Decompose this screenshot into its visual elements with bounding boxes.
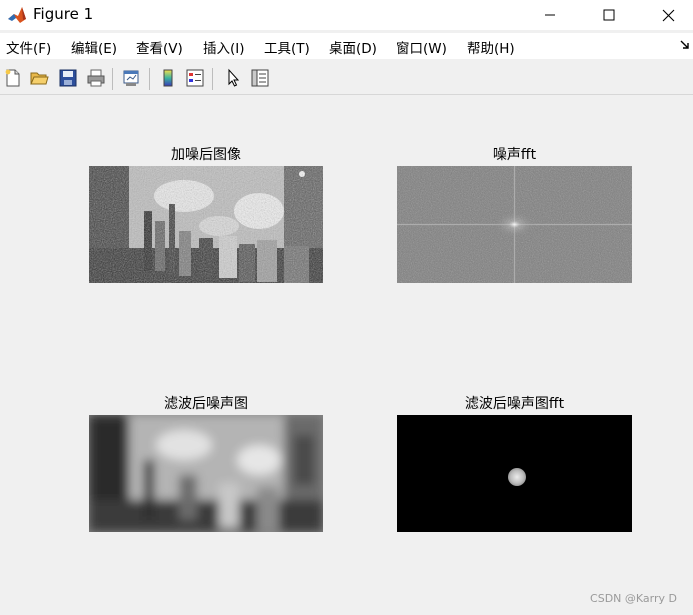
subplot-title-noisy-image: 加噪后图像: [171, 147, 241, 163]
toolbar-separator: [149, 68, 150, 90]
toolbar-separator: [212, 68, 213, 90]
menu-view[interactable]: 查看(V): [136, 37, 183, 57]
minimize-icon: [545, 14, 555, 16]
minimize-button[interactable]: [527, 0, 573, 30]
open-file-icon: [30, 72, 49, 85]
print-button[interactable]: [85, 67, 107, 89]
new-figure-button[interactable]: [2, 67, 24, 89]
noisy-fft-spectrum-graphic: [397, 166, 632, 283]
window-title: Figure 1: [33, 5, 94, 23]
close-icon: [662, 9, 674, 21]
new-figure-icon: [5, 69, 20, 87]
watermark: CSDN @Karry D: [590, 592, 677, 605]
link-plot-button[interactable]: [120, 67, 142, 89]
pointer-icon: [228, 68, 240, 87]
menu-tools[interactable]: 工具(T): [264, 37, 310, 57]
matlab-logo-icon: [6, 4, 28, 26]
menu-file[interactable]: 文件(F): [6, 37, 51, 57]
filtered-fft-spectrum-graphic: [397, 415, 632, 532]
dock-arrow-icon[interactable]: [679, 38, 691, 50]
property-inspector-icon: [251, 69, 269, 87]
legend-icon: [186, 69, 204, 87]
save-button[interactable]: [57, 67, 79, 89]
link-plot-icon: [123, 70, 139, 86]
figure-toolbar: [0, 62, 693, 95]
subplot-title-noise-fft: 噪声fft: [492, 147, 537, 163]
subplot-title-filtered-fft: 滤波后噪声图fft: [464, 396, 565, 412]
filtered-fft-spectrum: [397, 415, 632, 532]
noisy-city-image-graphic: [89, 166, 323, 283]
menu-desktop[interactable]: 桌面(D): [329, 37, 377, 57]
filtered-blurry-image: [89, 415, 323, 532]
noisy-fft-spectrum: [397, 166, 632, 283]
print-icon: [87, 69, 105, 87]
save-icon: [59, 69, 77, 87]
close-button[interactable]: [645, 0, 691, 30]
maximize-icon: [603, 9, 615, 21]
filtered-blurry-image-graphic: [89, 415, 323, 532]
menu-help[interactable]: 帮助(H): [467, 37, 515, 57]
menu-window[interactable]: 窗口(W): [396, 37, 447, 57]
menu-bar: 文件(F) 编辑(E) 查看(V) 插入(I) 工具(T) 桌面(D) 窗口(W…: [0, 33, 693, 59]
toolbar-separator: [112, 68, 113, 90]
maximize-button[interactable]: [586, 0, 632, 30]
subplot-title-filtered-image: 滤波后噪声图: [164, 396, 248, 412]
pointer-button[interactable]: [222, 67, 244, 89]
property-inspector-button[interactable]: [249, 67, 271, 89]
legend-button[interactable]: [184, 67, 206, 89]
colorbar-icon: [163, 69, 173, 87]
noisy-city-image: [89, 166, 323, 283]
menu-insert[interactable]: 插入(I): [203, 37, 245, 57]
open-file-button[interactable]: [28, 67, 50, 89]
colorbar-button[interactable]: [157, 67, 179, 89]
title-bar: Figure 1: [0, 0, 693, 30]
menu-edit[interactable]: 编辑(E): [71, 37, 117, 57]
